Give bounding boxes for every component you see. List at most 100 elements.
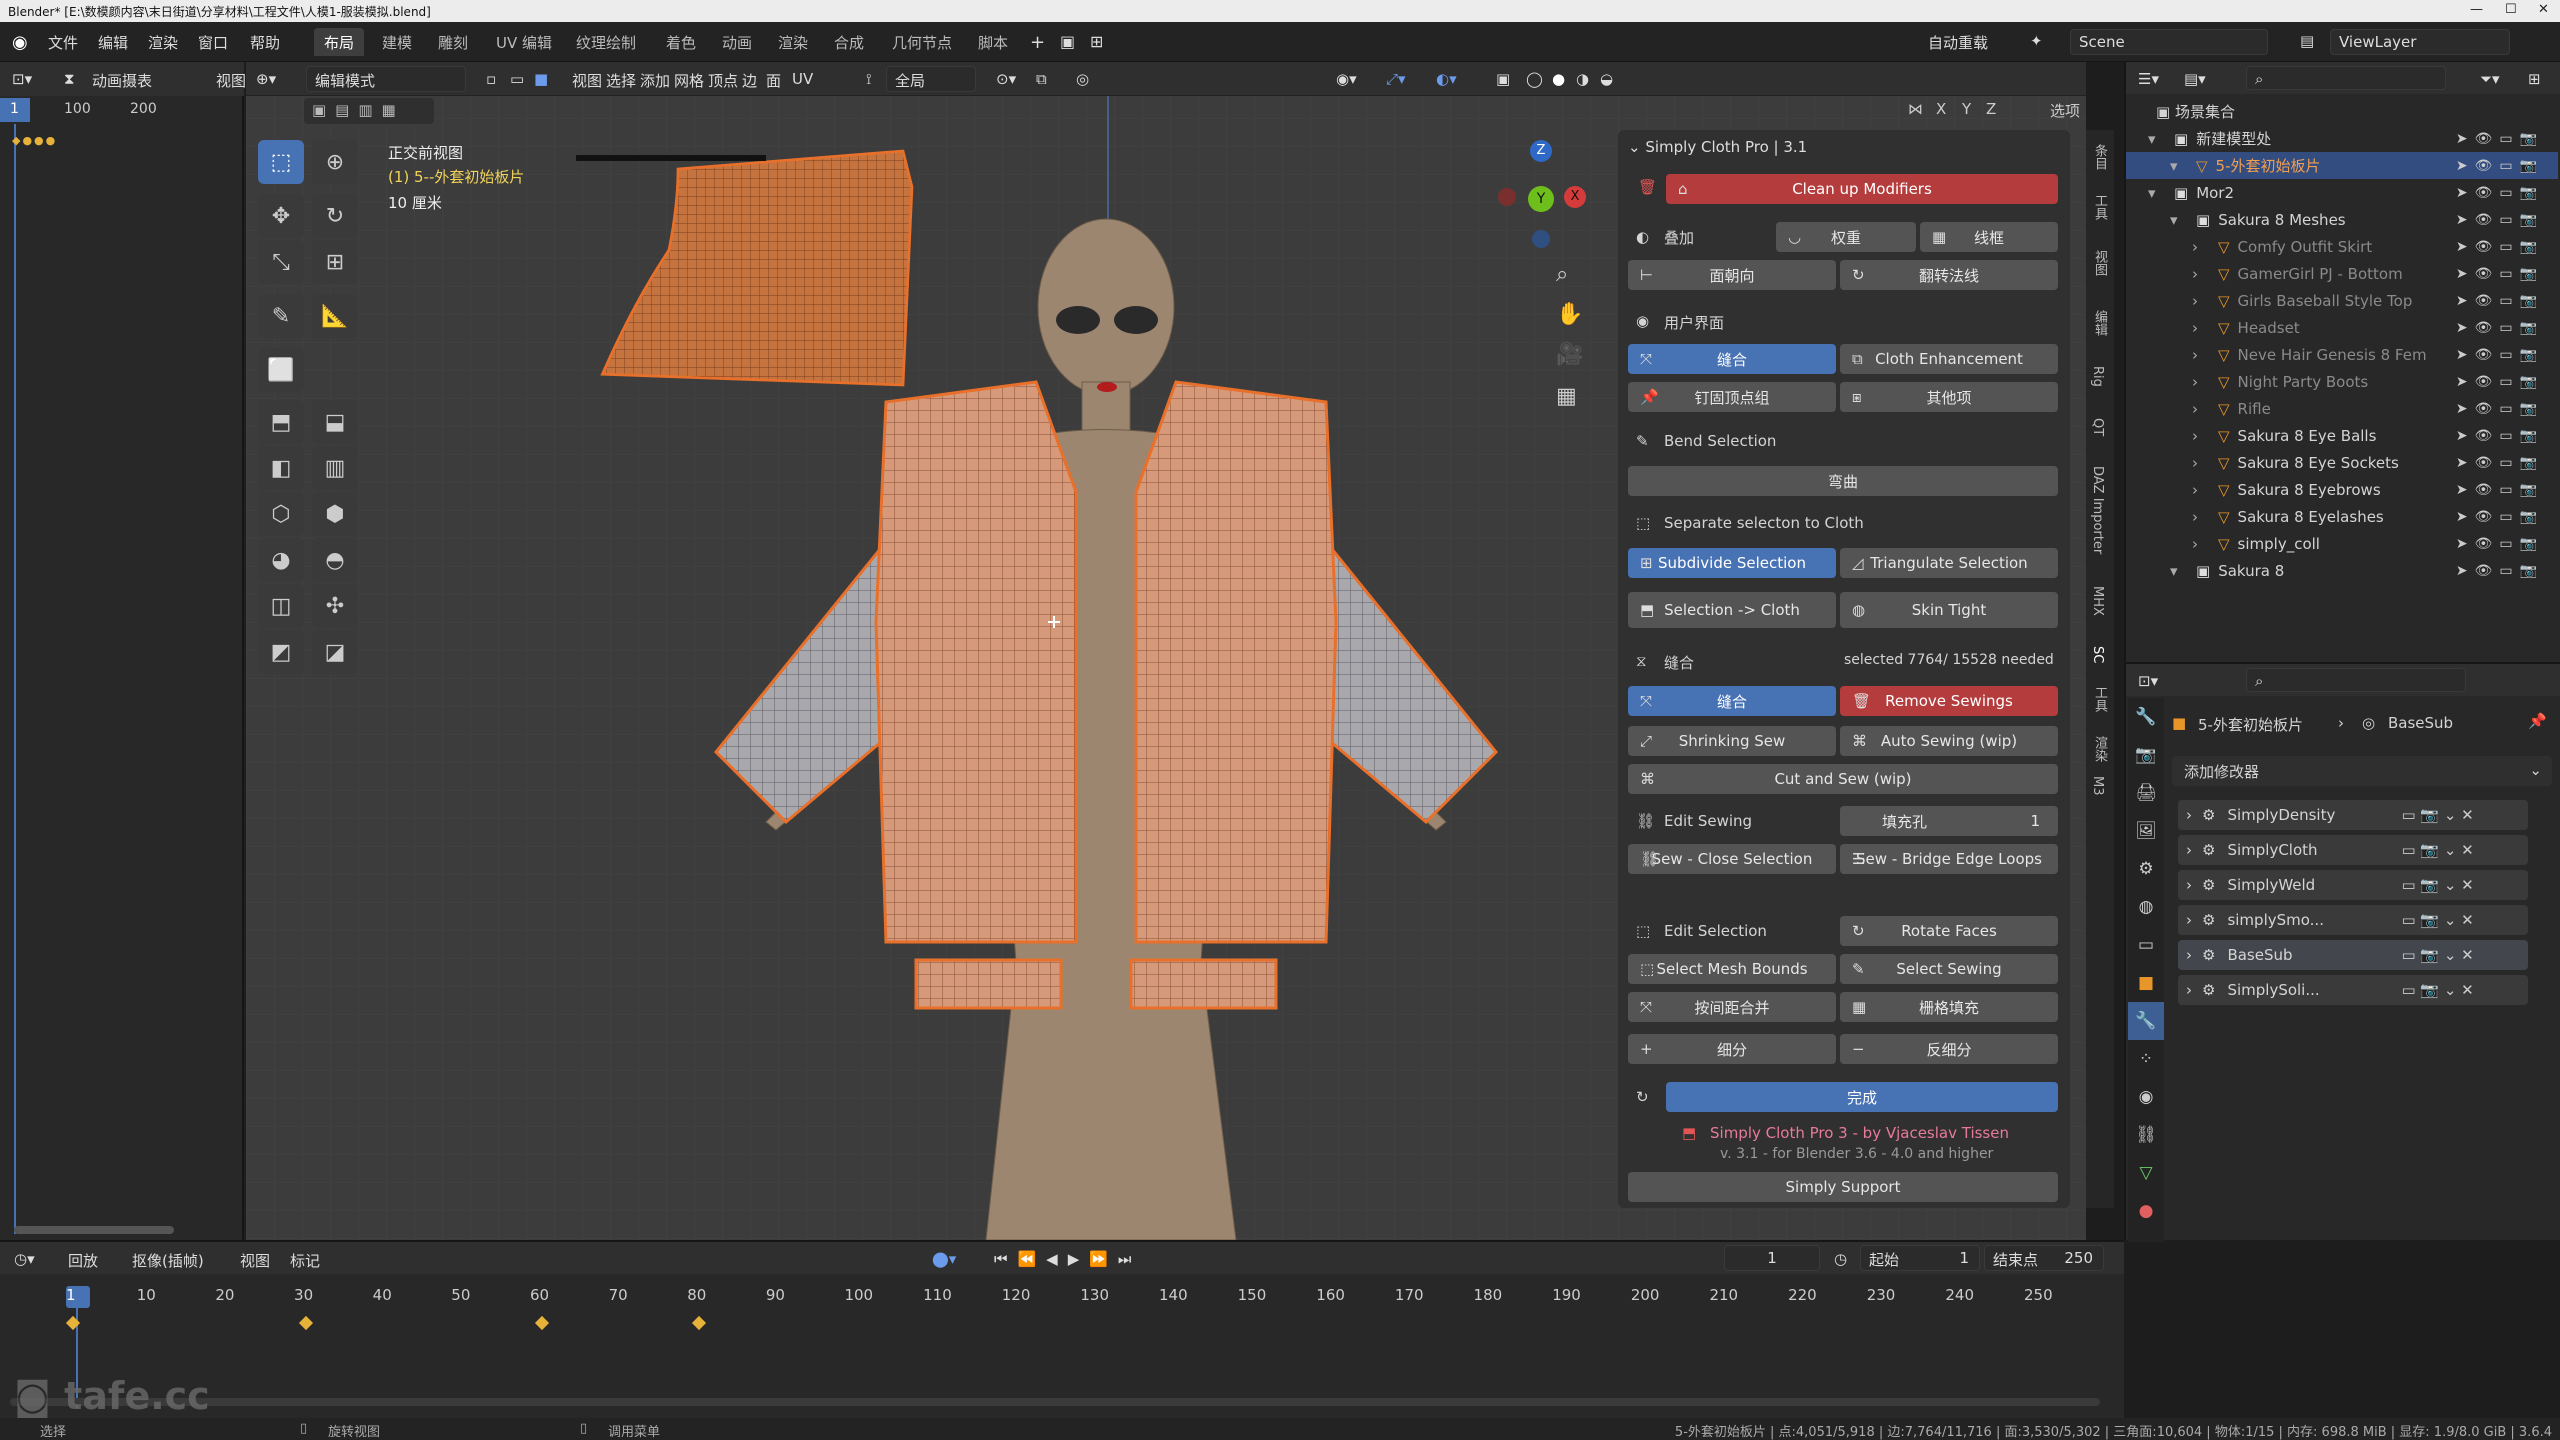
minimize-icon[interactable]: — <box>2470 2 2483 17</box>
face-orientation-button[interactable]: ⊢ 面朝向 <box>1628 260 1836 290</box>
other-button[interactable]: ⧆ 其他项 <box>1840 382 2058 412</box>
edge-menu[interactable]: 边 <box>742 70 757 91</box>
sidebar-tab-view[interactable]: 视图 <box>2090 250 2109 276</box>
visibility-toggles-icon[interactable]: ➤👁▭📷 <box>2456 266 2544 282</box>
menu-window[interactable]: 窗口 <box>198 32 228 53</box>
modifier-name[interactable]: SimplySoli... <box>2227 981 2357 999</box>
transform-orientation-icon[interactable]: ⟟ <box>866 70 872 88</box>
visibility-toggles-icon[interactable]: ➤👁▭📷 <box>2456 455 2544 471</box>
expand-modifier-icon[interactable]: › <box>2186 946 2192 964</box>
add-workspace-icon[interactable]: + <box>1030 32 1045 53</box>
gizmo-z-axis[interactable]: Z <box>1530 140 1552 162</box>
scene-tab-icon[interactable]: ⚙ <box>2128 850 2164 888</box>
tab-texture-paint[interactable]: 纹理绘制 <box>566 28 646 56</box>
weight-button[interactable]: ◡ 权重 <box>1776 222 1916 252</box>
shrinking-sew-button[interactable]: ⤢ Shrinking Sew <box>1628 726 1836 756</box>
dopesheet-mode[interactable]: 动画摄表 <box>92 70 152 91</box>
expand-arrow-icon[interactable]: › <box>2192 319 2210 337</box>
modifier-tab-icon[interactable]: 🔧 <box>2128 1002 2164 1040</box>
move-tool[interactable]: ✥ <box>258 194 304 238</box>
tab-sculpting[interactable]: 雕刻 <box>428 28 478 56</box>
output-tab-icon[interactable]: 🖨 <box>2128 774 2164 812</box>
menu-file[interactable]: 文件 <box>48 32 78 53</box>
data-tab-icon[interactable]: ▽ <box>2128 1154 2164 1192</box>
modifier-panel[interactable]: › ⚙ SimplyDensity ▭ 📷 ⌄ ✕ <box>2178 800 2528 830</box>
expand-arrow-icon[interactable]: › <box>2192 427 2210 445</box>
visibility-toggles-icon[interactable]: ➤👁▭📷 <box>2456 536 2544 552</box>
modifier-name[interactable]: SimplyDensity <box>2227 806 2357 824</box>
expand-arrow-icon[interactable]: › <box>2192 481 2210 499</box>
mirror-icon[interactable]: ⋈ <box>1908 100 1923 118</box>
modifier-toggles-icon[interactable]: ▭ 📷 ⌄ ✕ <box>2401 841 2473 859</box>
axis-y[interactable]: Y <box>1962 100 1971 118</box>
outliner-row[interactable]: › ▽ Headset ➤👁▭📷 <box>2126 314 2558 341</box>
tab-scripting[interactable]: 脚本 <box>968 28 1018 56</box>
modifier-toggles-icon[interactable]: ▭ 📷 ⌄ ✕ <box>2401 876 2473 894</box>
timeline-editor-icon[interactable]: ◷▾ <box>14 1250 35 1268</box>
unsubdivide-button[interactable]: − 反细分 <box>1840 1034 2058 1064</box>
face-select-icon[interactable]: ■ <box>534 70 548 88</box>
rotate-tool[interactable]: ↻ <box>312 194 358 238</box>
rip-tool[interactable]: ◪ <box>312 630 358 674</box>
flip-normals-button[interactable]: ↻ 翻转法线 <box>1840 260 2058 290</box>
visibility-toggles-icon[interactable]: ➤👁▭📷 <box>2456 320 2544 336</box>
knife-tool[interactable]: ⬡ <box>258 492 304 536</box>
view-menu[interactable]: 视图 <box>572 70 602 91</box>
visibility-toggles-icon[interactable]: ➤👁▭📷 <box>2456 293 2544 309</box>
modifier-name[interactable]: BaseSub <box>2227 946 2357 964</box>
scene-field[interactable]: Scene <box>2070 29 2268 55</box>
outliner-row[interactable]: › ▽ Sakura 8 Eyelashes ➤👁▭📷 <box>2126 503 2558 530</box>
visibility-toggles-icon[interactable]: ➤👁▭📷 <box>2456 347 2544 363</box>
add-modifier-button[interactable]: 添加修改器 ⌄ <box>2172 756 2552 786</box>
selection-mode-buttons[interactable]: ▣▤▥▦ <box>304 98 434 124</box>
xray-icon[interactable]: ▣ <box>1496 70 1510 88</box>
modifier-name[interactable]: SimplyWeld <box>2227 876 2357 894</box>
expand-arrow-icon[interactable]: › <box>2192 346 2210 364</box>
tool-tab-icon[interactable]: 🔧 <box>2128 698 2164 736</box>
dopesheet-scrollbar[interactable] <box>14 1226 174 1234</box>
bevel-tool[interactable]: ◧ <box>258 446 304 490</box>
tab-uv-editing[interactable]: UV 编辑 <box>486 28 562 56</box>
dopesheet-current-frame[interactable]: 1 <box>0 98 30 122</box>
expand-modifier-icon[interactable]: › <box>2186 911 2192 929</box>
wireframe-button[interactable]: ▦ 线框 <box>1920 222 2058 252</box>
world-tab-icon[interactable]: ◍ <box>2128 888 2164 926</box>
viewport-editor-type-icon[interactable]: ⊕▾ <box>256 70 276 88</box>
outliner-row[interactable]: › ▽ simply_coll ➤👁▭📷 <box>2126 530 2558 557</box>
outliner-row[interactable]: › ▽ Sakura 8 Eyebrows ➤👁▭📷 <box>2126 476 2558 503</box>
expand-arrow-icon[interactable]: › <box>2192 292 2210 310</box>
pan-hand-icon[interactable]: ✋ <box>1556 302 1583 327</box>
measure-tool[interactable]: 📐 <box>312 294 358 338</box>
cut-and-sew-button[interactable]: ⌘ Cut and Sew (wip) <box>1628 764 2058 794</box>
sew-close-selection-button[interactable]: ⛓ Sew - Close Selection <box>1628 844 1836 874</box>
expand-arrow-icon[interactable]: ▾ <box>2148 130 2166 148</box>
selection-to-cloth-button[interactable]: ⬒ Selection -> Cloth <box>1628 592 1836 628</box>
tab-geometry-nodes[interactable]: 几何节点 <box>882 28 962 56</box>
gizmo-toggle-icon[interactable]: ⤢▾ <box>1386 70 1406 88</box>
overlay-toggle-icon[interactable]: ◐▾ <box>1436 70 1457 88</box>
rendered-shading-icon[interactable]: ◒ <box>1600 70 1613 88</box>
expand-arrow-icon[interactable]: ▾ <box>2148 184 2166 202</box>
gizmo-y-axis[interactable]: Y <box>1528 186 1554 212</box>
ortho-grid-icon[interactable]: ▦ <box>1556 384 1577 409</box>
modifier-toggles-icon[interactable]: ▭ 📷 ⌄ ✕ <box>2401 911 2473 929</box>
remove-sewings-button[interactable]: 🗑 Remove Sewings <box>1840 686 2058 716</box>
modifier-panel[interactable]: › ⚙ SimplyWeld ▭ 📷 ⌄ ✕ <box>2178 870 2528 900</box>
mesh-menu[interactable]: 网格 <box>674 70 704 91</box>
visibility-toggles-icon[interactable]: ➤👁▭📷 <box>2456 131 2544 147</box>
expand-modifier-icon[interactable]: › <box>2186 806 2192 824</box>
loop-cut-tool[interactable]: ▥ <box>312 446 358 490</box>
outliner-row[interactable]: ▾ ▣ Mor2 ➤👁▭📷 <box>2126 179 2558 206</box>
modifier-toggles-icon[interactable]: ▭ 📷 ⌄ ✕ <box>2401 806 2473 824</box>
shear-tool[interactable]: ◩ <box>258 630 304 674</box>
add-menu[interactable]: 添加 <box>640 70 670 91</box>
outliner-row[interactable]: › ▽ Neve Hair Genesis 8 Fem ➤👁▭📷 <box>2126 341 2558 368</box>
viewlayer-field[interactable]: ViewLayer <box>2330 29 2510 55</box>
modifier-toggles-icon[interactable]: ▭ 📷 ⌄ ✕ <box>2401 946 2473 964</box>
transform-orientation[interactable]: 全局 <box>886 66 976 92</box>
clock-icon[interactable]: ◷ <box>1834 1250 1847 1268</box>
subdivide-selection-button[interactable]: ⊞ Subdivide Selection <box>1628 548 1836 578</box>
gizmo-neg-x[interactable] <box>1498 188 1516 206</box>
end-frame-field[interactable]: 结束点 250 <box>1984 1245 2104 1271</box>
auto-key-icon[interactable]: ⬤▾ <box>932 1250 956 1268</box>
